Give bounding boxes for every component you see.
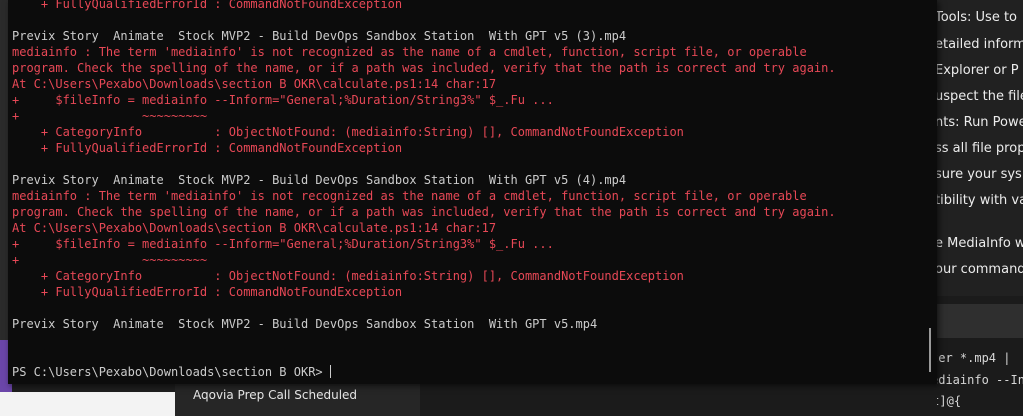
terminal-line: mediainfo : The term 'mediainfo' is not … — [12, 189, 807, 203]
code-line: [PSCustomObject]@{ — [937, 394, 962, 408]
terminal-line: + FullyQualifiedErrorId : CommandNotFoun… — [12, 141, 403, 155]
terminal-prompt[interactable]: PS C:\Users\Pexabo\Downloads\section B O… — [12, 365, 330, 379]
chat-line: Tools: Use to — [937, 10, 1018, 25]
code-block: ter *.mp4 | ediainfo --In [PSCustomObjec… — [937, 296, 1023, 416]
terminal-scrollbar[interactable] — [929, 328, 931, 372]
terminal-line: program. Check the spelling of the name,… — [12, 61, 836, 75]
chat-line: tibility with va — [937, 193, 1023, 208]
chat-line: e MediaInfo w — [937, 236, 1023, 251]
notification-text[interactable]: Aqovia Prep Call Scheduled — [193, 388, 357, 402]
chat-line: ss all file prop — [937, 141, 1023, 156]
terminal-line: At C:\Users\Pexabo\Downloads\section B O… — [12, 77, 497, 91]
chat-response-panel: Tools: Use to etailed inform Explorer or… — [937, 0, 1023, 296]
code-block-header — [937, 304, 1023, 338]
terminal-line: + $fileInfo = mediainfo --Inform="Genera… — [12, 237, 554, 251]
terminal-line: program. Check the spelling of the name,… — [12, 205, 836, 219]
terminal-line: Previx Story Animate Stock MVP2 - Build … — [12, 173, 627, 187]
code-line: ediainfo --In — [937, 373, 1023, 387]
chat-line: etailed inform — [937, 37, 1023, 52]
terminal-line: + ~~~~~~~~~ — [12, 109, 208, 123]
terminal-line: + FullyQualifiedErrorId : CommandNotFoun… — [12, 0, 403, 11]
background-window-bottom — [420, 384, 940, 416]
chat-line: uspect the file — [937, 89, 1023, 104]
chat-line: nts: Run Powe — [937, 115, 1023, 130]
terminal-line: mediainfo : The term 'mediainfo' is not … — [12, 45, 807, 59]
code-line: ter *.mp4 | — [937, 351, 1011, 365]
terminal-line: + FullyQualifiedErrorId : CommandNotFoun… — [12, 285, 403, 299]
powershell-terminal[interactable]: + FullyQualifiedErrorId : CommandNotFoun… — [8, 0, 937, 384]
terminal-line: + CategoryInfo : ObjectNotFound: (mediai… — [12, 269, 684, 283]
terminal-line: Previx Story Animate Stock MVP2 - Build … — [12, 317, 598, 331]
chat-line: our command — [937, 262, 1023, 277]
background-window-fragment — [0, 392, 175, 416]
terminal-line: At C:\Users\Pexabo\Downloads\section B O… — [12, 221, 497, 235]
chat-line: Explorer or P — [937, 63, 1019, 78]
terminal-line: + ~~~~~~~~~ — [12, 253, 208, 267]
chat-line: sure your sys — [937, 167, 1022, 182]
terminal-line: + CategoryInfo : ObjectNotFound: (mediai… — [12, 125, 684, 139]
terminal-line: Previx Story Animate Stock MVP2 - Build … — [12, 29, 627, 43]
text-cursor — [329, 365, 331, 378]
terminal-output[interactable]: + FullyQualifiedErrorId : CommandNotFoun… — [12, 0, 836, 380]
terminal-line: + $fileInfo = mediainfo --Inform="Genera… — [12, 93, 554, 107]
